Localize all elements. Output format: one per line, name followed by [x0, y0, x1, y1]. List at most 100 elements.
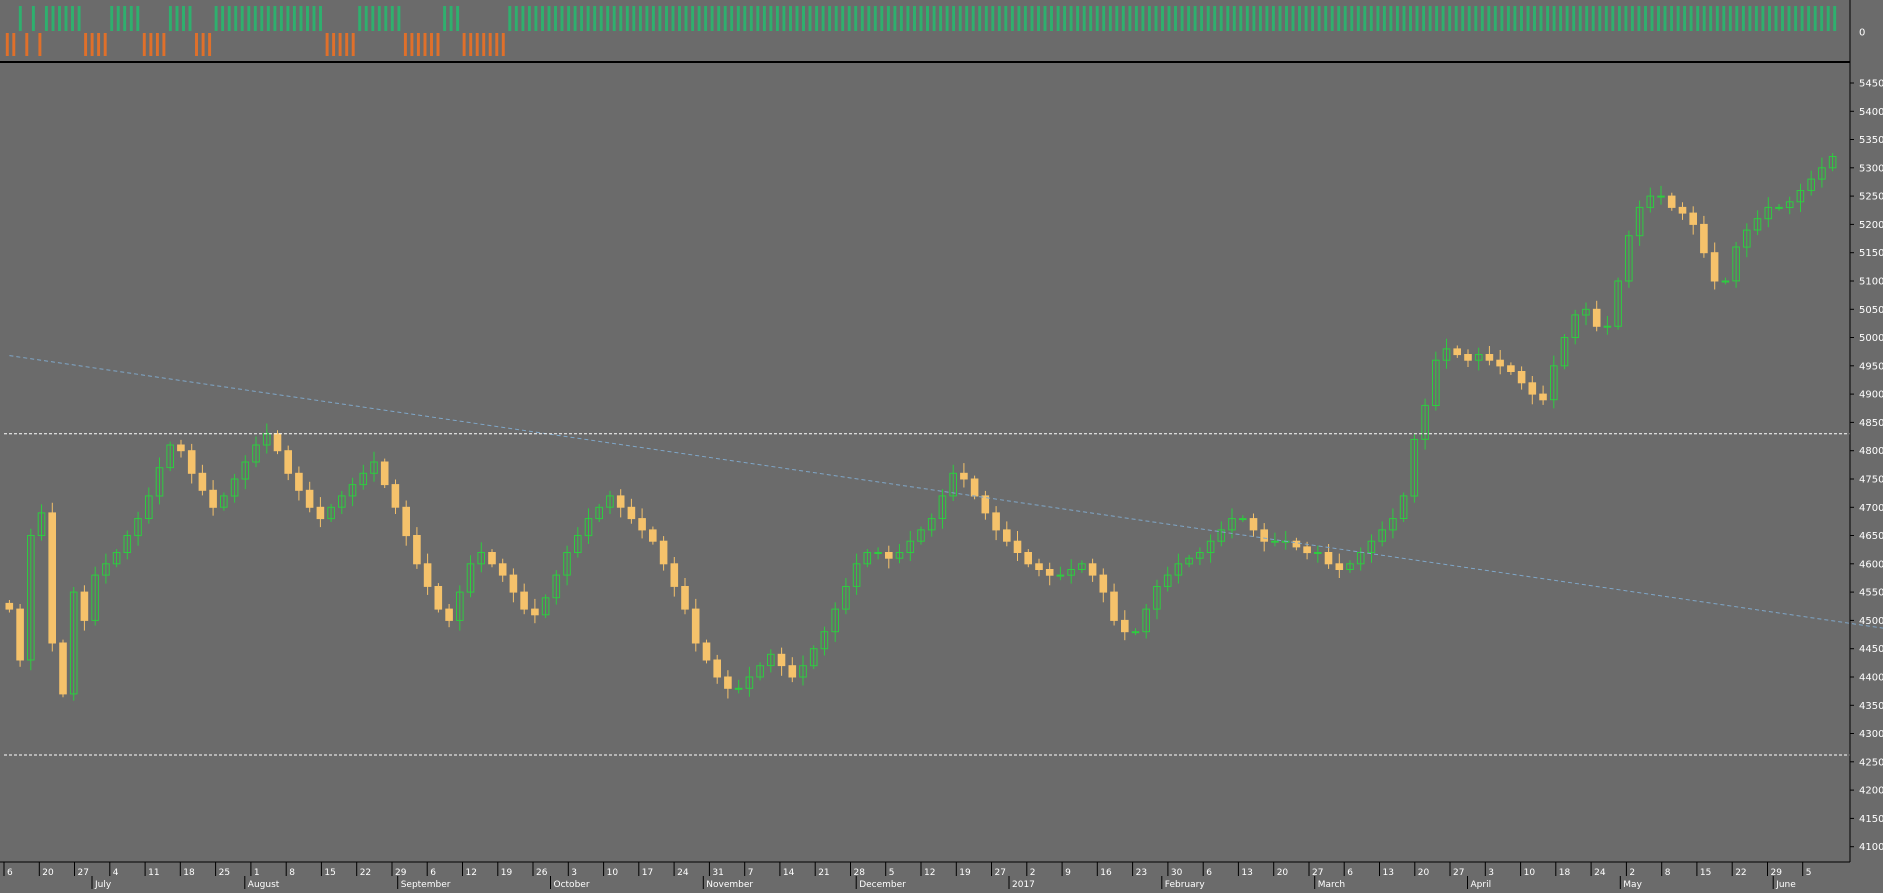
candle-down [59, 642, 67, 695]
x-day-label: 12 [924, 868, 935, 878]
x-day-label: 10 [1524, 868, 1536, 878]
candle-down [434, 586, 443, 610]
x-day-label: 11 [148, 868, 159, 878]
x-day-label: 8 [289, 868, 295, 878]
y-tick-label: 4700 [1859, 503, 1883, 514]
candle-down [1249, 518, 1258, 531]
candle-up [734, 687, 743, 690]
x-month-label: February [1165, 880, 1206, 889]
candle-down [1539, 393, 1547, 401]
x-day-label: 1 [254, 868, 260, 878]
y-tick-label: 5100 [1859, 277, 1883, 288]
x-day-label: 19 [501, 868, 513, 878]
x-day-label: 5 [1806, 868, 1812, 878]
candle-down [423, 563, 432, 587]
candle-down [960, 472, 968, 480]
chart-background [0, 0, 1883, 889]
y-tick-label: 4500 [1859, 616, 1883, 627]
candle-down [1485, 354, 1494, 361]
x-day-label: 3 [1488, 868, 1494, 878]
x-day-label: 18 [183, 868, 195, 878]
candle-down [1528, 382, 1537, 395]
x-day-label: 9 [1065, 868, 1071, 878]
candle-down [1517, 371, 1526, 384]
candle-down [1507, 365, 1515, 372]
candle-down [520, 591, 528, 610]
candle-down [445, 608, 453, 621]
candle-down [1045, 569, 1054, 576]
x-day-label: 20 [42, 868, 54, 878]
candle-down [788, 665, 797, 678]
candle-down [1700, 223, 1708, 254]
candle-down [616, 495, 625, 508]
candle-down [402, 506, 410, 537]
candle-down [670, 563, 679, 587]
x-day-label: 19 [959, 868, 971, 878]
candle-down [1335, 563, 1344, 570]
candle-down [16, 608, 24, 661]
candle-up [1775, 206, 1783, 209]
candle-down [1592, 308, 1601, 327]
x-day-label: 2 [1629, 868, 1635, 878]
x-day-label: 13 [1241, 868, 1252, 878]
x-day-label: 2 [1030, 868, 1036, 878]
y-tick-label: 4650 [1859, 531, 1883, 542]
y-tick-label: 4200 [1859, 786, 1883, 797]
x-day-label: 20 [1277, 868, 1289, 878]
y-tick-label: 4950 [1859, 361, 1883, 372]
candle-down [48, 512, 57, 644]
x-day-label: 31 [712, 868, 723, 878]
x-day-label: 15 [1700, 868, 1711, 878]
x-day-label: 5 [889, 868, 895, 878]
candle-down [777, 653, 786, 667]
candle-down [509, 574, 518, 593]
candle-down [209, 489, 217, 508]
candle-down [970, 478, 979, 497]
candle-down [413, 535, 421, 565]
x-day-label: 25 [219, 868, 230, 878]
y-tick-label: 4150 [1859, 814, 1883, 825]
y-tick-label: 5350 [1859, 135, 1883, 146]
x-day-label: 6 [1206, 868, 1212, 878]
candle-down [981, 495, 990, 514]
x-month-label: December [859, 880, 906, 889]
x-day-label: 27 [1453, 868, 1464, 878]
y-tick-label: 5200 [1859, 220, 1883, 231]
candle-down [691, 608, 700, 644]
x-day-label: 29 [395, 868, 407, 878]
x-day-label: 27 [1312, 868, 1323, 878]
y-tick-label: 4100 [1859, 842, 1883, 853]
y-tick-label: 4300 [1859, 729, 1883, 740]
candle-down [1024, 552, 1033, 565]
candle-down [1678, 206, 1687, 214]
y-tick-label: 5300 [1859, 163, 1883, 174]
candle-down [1667, 195, 1676, 208]
candle-down [187, 450, 196, 474]
candle-up [1314, 552, 1322, 554]
x-month-label: July [94, 880, 112, 889]
x-day-label: 7 [748, 868, 754, 878]
candle-down [498, 563, 507, 576]
x-day-label: 30 [1171, 868, 1183, 878]
candle-down [713, 659, 722, 678]
y-tick-label: 5050 [1859, 305, 1883, 316]
candle-up [874, 552, 882, 554]
x-day-label: 27 [995, 868, 1006, 878]
candle-down [1035, 563, 1043, 570]
candle-down [1013, 540, 1022, 554]
candle-down [391, 484, 400, 508]
x-day-label: 4 [113, 868, 119, 878]
candle-down [724, 676, 732, 689]
x-month-label: March [1318, 880, 1345, 889]
x-day-label: 26 [536, 868, 548, 878]
candle-down [702, 642, 711, 661]
x-day-label: 14 [783, 868, 795, 878]
x-month-label: April [1471, 880, 1492, 889]
y-tick-label: 4350 [1859, 701, 1883, 712]
candle-down [638, 518, 646, 531]
x-day-label: 10 [607, 868, 619, 878]
chart-canvas: 4100415042004250430043504400445045004550… [0, 0, 1883, 890]
y-tick-label: 4450 [1859, 644, 1883, 655]
candle-down [1099, 574, 1108, 593]
x-month-label: August [248, 880, 280, 889]
